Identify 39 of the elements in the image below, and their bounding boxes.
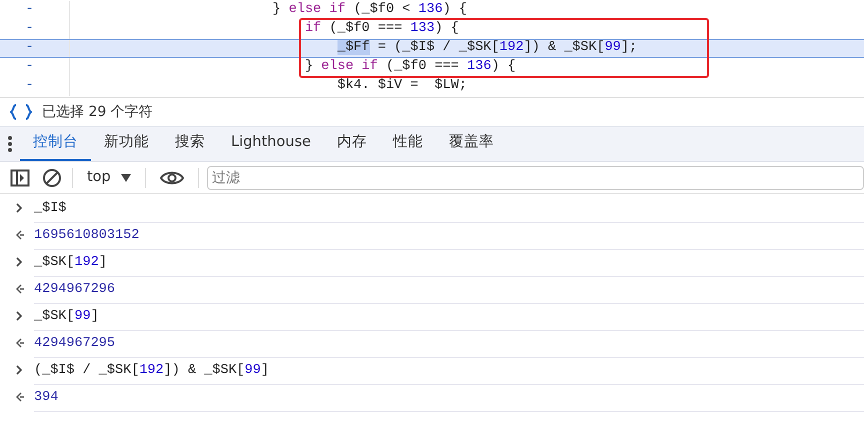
prompt-chevron-icon (16, 203, 25, 213)
line-marker: - (25, 39, 34, 58)
panel-tab[interactable]: 内存 (324, 127, 380, 161)
console-result-text: 4294967296 (34, 280, 116, 299)
panel-tab[interactable]: 性能 (380, 127, 436, 161)
line-marker: - (25, 1, 34, 20)
console-command-text: (_$I$ / _$SK[192]) & _$SK[99] (34, 362, 269, 380)
braces-icon (10, 104, 32, 120)
code-line: } else if (_$f0 < 136) { (272, 1, 468, 20)
console-command-text: _$I$ (34, 200, 66, 218)
panel-tab[interactable]: 控制台 (20, 127, 91, 161)
console-result-text: 1695610803152 (34, 226, 140, 245)
selection-status: 已选择 29 个字符 (42, 102, 153, 122)
filter-field[interactable]: 过滤 (206, 166, 864, 190)
result-arrow-icon (16, 392, 25, 402)
code-line: if (_$f0 === 133) { (304, 20, 459, 38)
console-result-text: 394 (34, 388, 58, 407)
console-command-text: _$SK[99] (34, 308, 99, 326)
line-marker: - (25, 77, 34, 96)
panel-tab[interactable]: Lighthouse (218, 127, 324, 161)
console-result-text: 4294967295 (34, 334, 116, 353)
code-line: } else if (_$f0 === 136) { (304, 58, 516, 76)
console-command-text: _$SK[192] (34, 254, 107, 272)
code-line: $k4. $iV = $LW; (336, 77, 467, 96)
code-line: _$Ff = (_$I$ / _$SK[192]) & _$SK[99]; (70, 38, 638, 59)
context-dropdown[interactable]: top (81, 166, 137, 188)
caret-icon (120, 174, 131, 182)
result-arrow-icon (16, 230, 25, 240)
panel-tab[interactable]: 新功能 (91, 127, 162, 161)
result-arrow-icon (16, 284, 25, 294)
prompt-chevron-icon (16, 365, 25, 375)
prompt-chevron-icon (16, 257, 25, 267)
panel-tab[interactable]: 覆盖率 (436, 127, 507, 161)
prompt-chevron-icon (16, 311, 25, 321)
result-arrow-icon (16, 338, 25, 348)
sidebar-toggle-icon[interactable] (8, 166, 32, 188)
line-marker: - (25, 20, 34, 38)
line-marker: - (25, 58, 34, 76)
panel-tab[interactable]: 搜索 (162, 127, 218, 161)
